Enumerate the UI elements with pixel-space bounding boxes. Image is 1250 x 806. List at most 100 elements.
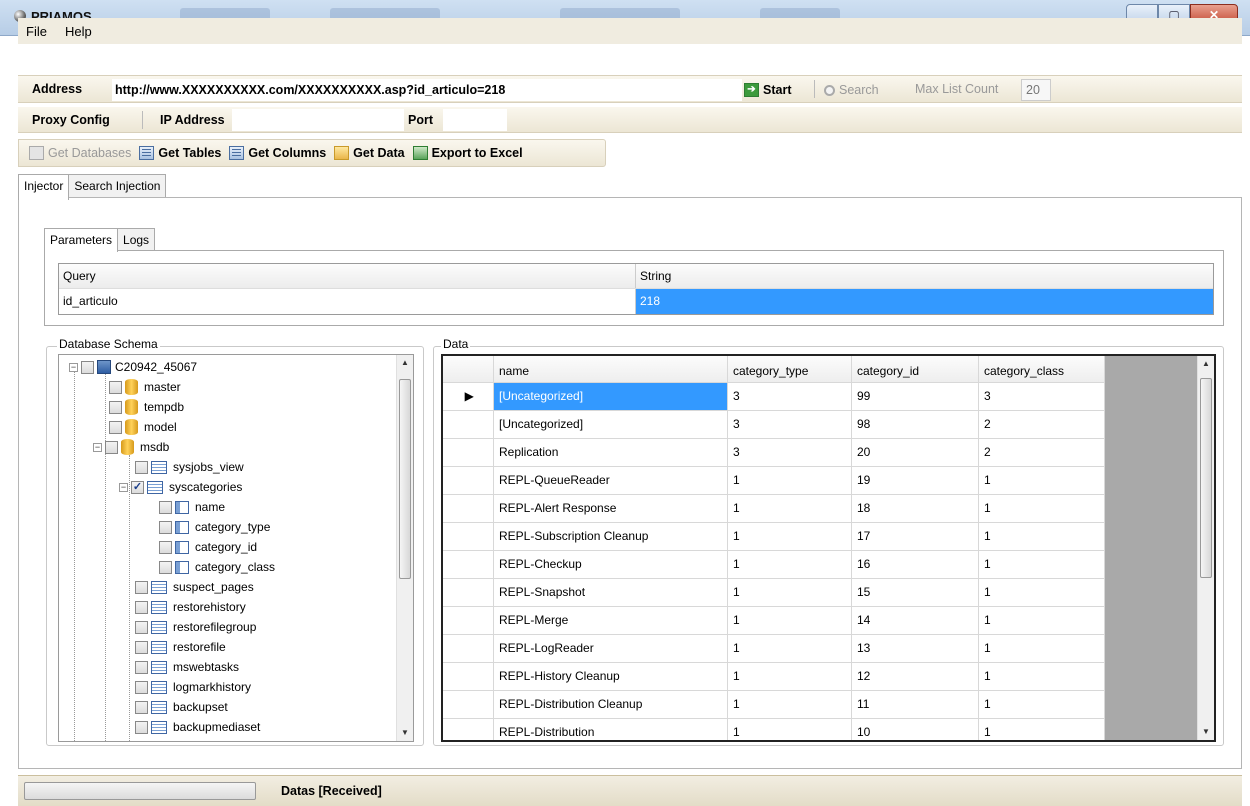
cell-category-type[interactable]: 1 [728,635,852,663]
cell-category-type[interactable]: 1 [728,467,852,495]
cell-category-class[interactable]: 1 [979,495,1105,523]
checkbox[interactable] [135,660,148,674]
checkbox[interactable] [109,380,122,394]
collapse-icon[interactable]: − [93,442,102,452]
checkbox[interactable] [135,460,148,474]
checkbox[interactable] [159,540,172,554]
tree-node-column[interactable]: name [159,497,225,517]
tab-logs[interactable]: Logs [117,228,156,250]
cell-name[interactable]: REPL-QueueReader [494,467,728,495]
cell-category-class[interactable]: 1 [979,663,1105,691]
table-row[interactable]: REPL-Snapshot 1 15 1 [443,579,1105,607]
row-header[interactable] [443,635,494,663]
tree-node-table[interactable]: restorefilegroup [135,617,256,637]
parameter-row[interactable]: id_articulo 218 [59,289,1213,314]
address-input[interactable]: http://www.XXXXXXXXXX.com/XXXXXXXXXX.asp… [112,79,742,101]
row-header[interactable] [443,411,494,439]
tree-node-database[interactable]: tempdb [109,397,184,417]
checkbox[interactable] [109,420,122,434]
collapse-icon[interactable]: − [69,362,78,372]
row-header[interactable] [443,691,494,719]
table-row[interactable]: REPL-Merge 1 14 1 [443,607,1105,635]
cell-category-type[interactable]: 3 [728,439,852,467]
cell-category-type[interactable]: 3 [728,411,852,439]
cell-category-class[interactable]: 1 [979,691,1105,719]
row-header[interactable] [443,663,494,691]
max-list-count-input[interactable]: 20 [1021,79,1051,101]
tree-node-database[interactable]: master [109,377,181,397]
scroll-down-icon[interactable]: ▼ [1198,724,1214,740]
search-button[interactable]: Search [824,80,879,100]
row-header[interactable] [443,579,494,607]
row-header[interactable] [443,719,494,740]
table-row[interactable]: Replication 3 20 2 [443,439,1105,467]
cell-category-class[interactable]: 1 [979,607,1105,635]
menu-file[interactable]: File [26,24,47,39]
scrollbar-thumb[interactable] [399,379,411,579]
get-data-button[interactable]: Get Data [334,146,405,160]
cell-name[interactable]: REPL-LogReader [494,635,728,663]
cell-category-id[interactable]: 14 [852,607,979,635]
cell-category-type[interactable]: 1 [728,551,852,579]
cell-category-type[interactable]: 1 [728,691,852,719]
tree-node-column[interactable]: category_type [159,517,270,537]
table-row[interactable]: REPL-Alert Response 1 18 1 [443,495,1105,523]
cell-category-id[interactable]: 16 [852,551,979,579]
proxy-config-button[interactable]: Proxy Config [32,113,110,127]
row-header[interactable] [443,439,494,467]
column-header-category-class[interactable]: category_class [979,356,1105,383]
checkbox[interactable] [135,600,148,614]
table-row[interactable]: REPL-Checkup 1 16 1 [443,551,1105,579]
checkbox[interactable] [135,720,148,734]
cell-category-class[interactable]: 1 [979,635,1105,663]
tree-node-database[interactable]: model [109,417,177,437]
table-row[interactable]: REPL-Distribution Cleanup 1 11 1 [443,691,1105,719]
cell-name[interactable]: [Uncategorized] [494,383,728,411]
cell-name[interactable]: REPL-Distribution Cleanup [494,691,728,719]
table-row[interactable]: REPL-History Cleanup 1 12 1 [443,663,1105,691]
row-header[interactable] [443,523,494,551]
row-header[interactable] [443,607,494,635]
port-input[interactable] [443,109,507,131]
cell-category-class[interactable]: 1 [979,719,1105,740]
checkbox[interactable] [81,360,94,374]
scroll-down-icon[interactable]: ▼ [397,725,413,741]
tree-node-column[interactable]: category_class [159,557,275,577]
get-databases-button[interactable]: Get Databases [29,146,131,160]
cell-category-type[interactable]: 3 [728,383,852,411]
collapse-icon[interactable]: − [119,482,128,492]
row-header[interactable] [443,551,494,579]
cell-category-id[interactable]: 99 [852,383,979,411]
cell-category-id[interactable]: 17 [852,523,979,551]
tree-scrollbar[interactable]: ▲ ▼ [396,355,413,741]
column-header-category-type[interactable]: category_type [728,356,852,383]
table-row[interactable]: REPL-Subscription Cleanup 1 17 1 [443,523,1105,551]
tree-node-table[interactable]: suspect_pages [135,577,254,597]
cell-category-type[interactable]: 1 [728,663,852,691]
cell-category-type[interactable]: 1 [728,579,852,607]
column-header-string[interactable]: String [636,264,1213,288]
get-columns-button[interactable]: Get Columns [229,146,326,160]
cell-name[interactable]: REPL-Merge [494,607,728,635]
table-row[interactable]: REPL-LogReader 1 13 1 [443,635,1105,663]
table-row[interactable]: REPL-QueueReader 1 19 1 [443,467,1105,495]
tree-node-table[interactable]: − ✓ syscategories [119,477,242,497]
cell-category-id[interactable]: 11 [852,691,979,719]
parameter-string-cell[interactable]: 218 [636,289,1213,314]
column-header-category-id[interactable]: category_id [852,356,979,383]
tab-injector[interactable]: Injector [18,174,70,200]
tab-parameters[interactable]: Parameters [44,228,119,252]
row-header[interactable] [443,495,494,523]
cell-name[interactable]: REPL-Checkup [494,551,728,579]
row-header-current[interactable]: ▶ [443,383,494,411]
checkbox[interactable] [159,500,172,514]
cell-name[interactable]: REPL-History Cleanup [494,663,728,691]
checkbox[interactable] [135,700,148,714]
tree-node-table[interactable]: logmarkhistory [135,677,251,697]
cell-category-class[interactable]: 1 [979,579,1105,607]
parameter-query-cell[interactable]: id_articulo [59,289,636,314]
checkbox[interactable] [135,640,148,654]
cell-category-class[interactable]: 1 [979,467,1105,495]
cell-category-id[interactable]: 12 [852,663,979,691]
table-row[interactable]: [Uncategorized] 3 98 2 [443,411,1105,439]
